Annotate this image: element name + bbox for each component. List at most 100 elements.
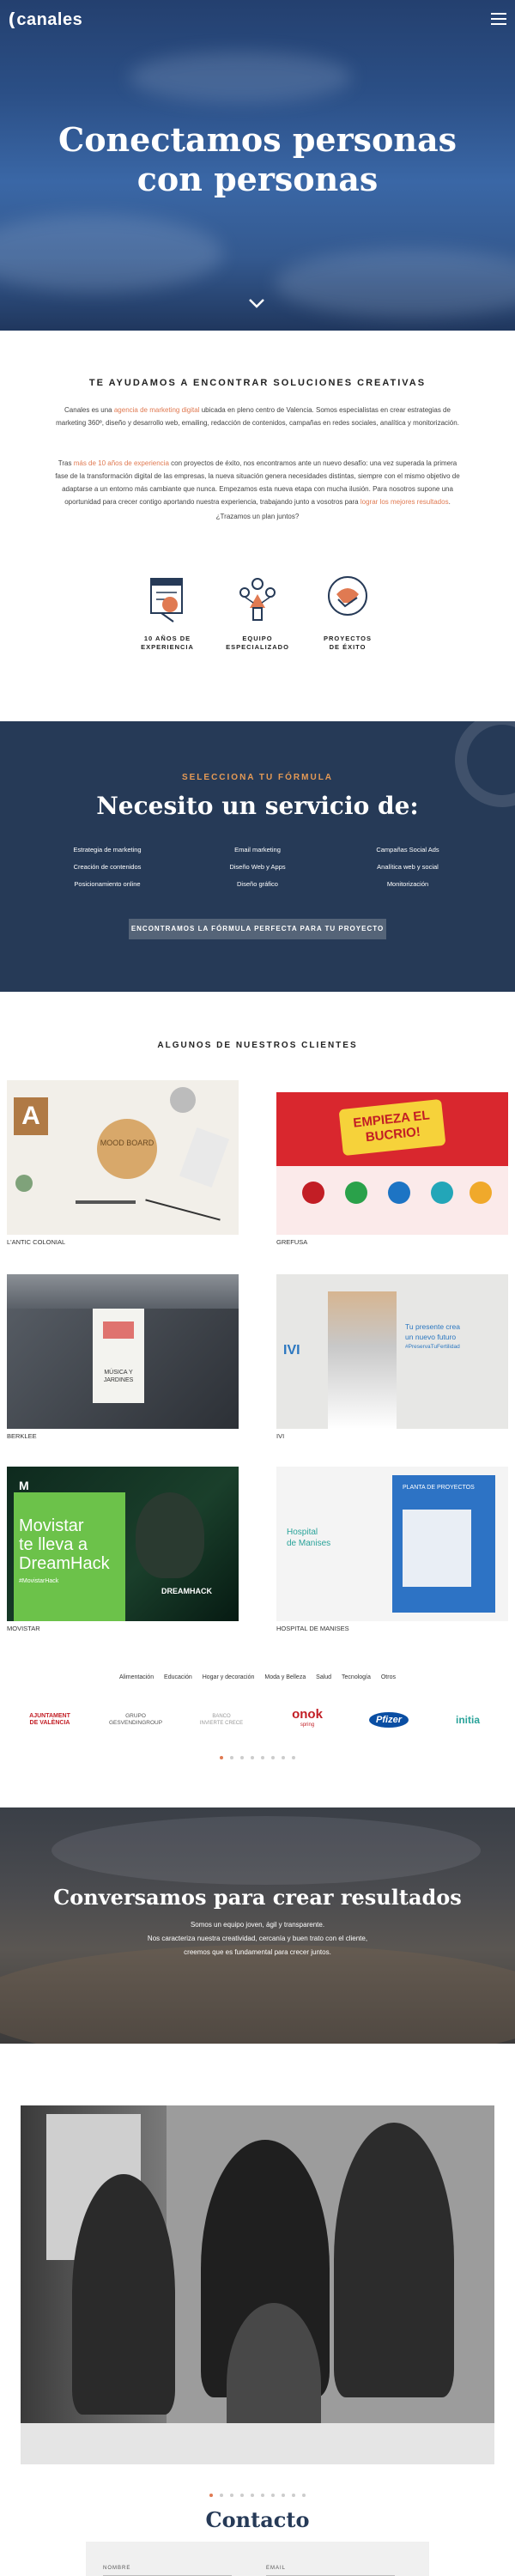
- hero-section: (( canales Conectamos personas con perso…: [0, 0, 515, 331]
- carousel-dot[interactable]: [292, 1756, 295, 1759]
- menu-button[interactable]: [491, 13, 506, 25]
- logo-text: initia: [455, 1714, 480, 1726]
- logo-text: AJUNTAMENT: [29, 1713, 70, 1719]
- carousel-dot[interactable]: [251, 1756, 254, 1759]
- movistar-tag: #MovistarHack: [19, 1578, 59, 1584]
- stat-label-line: 10 AÑOS DE: [143, 635, 191, 642]
- service-section: SELECCIONA TU FÓRMULA Necesito un servic…: [0, 721, 515, 992]
- carousel-dot[interactable]: [282, 1756, 285, 1759]
- carousel-dot[interactable]: [230, 2494, 233, 2497]
- stat-label-line: PROYECTOS: [324, 635, 372, 642]
- carousel-dot[interactable]: [220, 1756, 223, 1759]
- pencil: [76, 1200, 136, 1204]
- filter-alimentacion[interactable]: Alimentación: [119, 1674, 154, 1680]
- service-option[interactable]: Diseño gráfico: [185, 880, 330, 888]
- logo-text: INVIERTE CRECE: [199, 1721, 244, 1726]
- intro-question: ¿Trazamos un plan juntos?: [215, 513, 300, 520]
- filter-salud[interactable]: Salud: [316, 1674, 331, 1680]
- carousel-dot[interactable]: [230, 1756, 233, 1759]
- filter-educacion[interactable]: Educación: [164, 1674, 192, 1680]
- guide-book-cover: PLANTA DE PROYECTOS: [392, 1475, 495, 1613]
- logo-gesvending[interactable]: GRUPO GESVENDINGROUP: [101, 1707, 170, 1733]
- carousel-dot[interactable]: [209, 2494, 213, 2497]
- team-icon: [239, 578, 276, 621]
- ceiling: [7, 1274, 239, 1309]
- logo-initia[interactable]: initia: [436, 1707, 500, 1733]
- chevron-down-icon[interactable]: [247, 294, 266, 313]
- carousel-dot[interactable]: [220, 2494, 223, 2497]
- movistar-m-icon: M: [19, 1479, 29, 1492]
- find-formula-button[interactable]: ENCONTRAMOS LA FÓRMULA PERFECTA PARA TU …: [129, 919, 386, 939]
- contact-title: Contacto: [205, 2507, 310, 2532]
- email-field[interactable]: [266, 2573, 395, 2576]
- client-card-ivi[interactable]: IVI Tu presente crea un nuevo futuro #Pr…: [276, 1274, 508, 1440]
- agency-link[interactable]: agencia de marketing digital: [114, 406, 200, 414]
- slogan-line: Tu presente crea: [405, 1322, 460, 1331]
- carousel-dot[interactable]: [240, 1756, 244, 1759]
- intro-paragraph-1: Canales es una agencia de marketing digi…: [52, 404, 464, 429]
- carousel-dot[interactable]: [292, 2494, 295, 2497]
- stat-label: 10 AÑOS DE EXPERIENCIA: [129, 635, 206, 652]
- contact-form: NOMBRE EMAIL: [86, 2542, 429, 2576]
- hospital-logo-line: de Manises: [287, 1539, 331, 1548]
- carousel-dot[interactable]: [240, 2494, 244, 2497]
- carousel-dot[interactable]: [251, 2494, 254, 2497]
- client-caption: BERKLEE: [7, 1432, 37, 1440]
- service-option[interactable]: Analítica web y social: [335, 863, 481, 871]
- carousel-dot[interactable]: [302, 2494, 306, 2497]
- client-card-berklee[interactable]: MÚSICA Y JARDINES BERKLEE: [7, 1274, 239, 1440]
- carousel-dot[interactable]: [271, 1756, 275, 1759]
- service-option[interactable]: Estrategia de marketing: [34, 846, 180, 854]
- logo[interactable]: (( canales: [9, 10, 82, 30]
- logo-pfizer[interactable]: Pfizer: [359, 1707, 419, 1733]
- service-kicker: SELECCIONA TU FÓRMULA: [181, 773, 334, 782]
- intro-text: Canales es una: [64, 406, 114, 414]
- mountain-texture: [0, 1945, 515, 2044]
- hero-cloud: [0, 215, 223, 292]
- service-option[interactable]: Posicionamiento online: [34, 880, 180, 888]
- service-option[interactable]: Email marketing: [185, 846, 330, 854]
- mountain-texture: [52, 1816, 481, 1885]
- movistar-headline: Movistar te lleva a DreamHack: [19, 1516, 110, 1573]
- hero-cloud: [129, 52, 352, 103]
- email-label: EMAIL: [266, 2566, 287, 2571]
- dreamhack-logo: DREAMHACK: [161, 1587, 212, 1595]
- filter-moda[interactable]: Moda y Belleza: [264, 1674, 306, 1680]
- logo-text: DE VALÈNCIA: [29, 1720, 70, 1726]
- carousel-dot[interactable]: [261, 1756, 264, 1759]
- service-option[interactable]: Monitorización: [335, 880, 481, 888]
- logo-ajuntament[interactable]: AJUNTAMENT DE VALÈNCIA: [15, 1707, 84, 1733]
- logo-text: onok: [292, 1707, 323, 1722]
- logo-text: canales: [16, 10, 83, 29]
- team-photo: [21, 2105, 494, 2464]
- slogan-hashtag: #PreservaTuFertilidad: [405, 1344, 460, 1350]
- paper-sheet: [179, 1127, 230, 1188]
- client-card-hospital-manises[interactable]: Hospital de Manises PLANTA DE PROYECTOS …: [276, 1467, 508, 1632]
- person-silhouette: [72, 2174, 175, 2415]
- headline-line: DreamHack: [19, 1554, 110, 1573]
- client-image: IVI Tu presente crea un nuevo futuro #Pr…: [276, 1274, 508, 1429]
- results-link[interactable]: lograr los mejores resultados: [360, 498, 449, 506]
- service-option[interactable]: Creación de contenidos: [34, 863, 180, 871]
- filter-hogar[interactable]: Hogar y decoración: [203, 1674, 255, 1680]
- client-card-antic-colonial[interactable]: A MOOD BOARD L'ANTIC COLONIAL: [7, 1080, 239, 1246]
- book-title: PLANTA DE PROYECTOS: [403, 1485, 475, 1491]
- experience-link[interactable]: más de 10 años de experiencia: [74, 459, 169, 467]
- poster-art: [103, 1321, 134, 1339]
- name-field[interactable]: [103, 2573, 232, 2576]
- logo-onok[interactable]: onok spring: [273, 1707, 342, 1733]
- carousel-dot[interactable]: [282, 2494, 285, 2497]
- logo-text: Pfizer: [369, 1712, 409, 1728]
- intro-text: Tras: [58, 459, 74, 467]
- filter-tecnologia[interactable]: Tecnología: [342, 1674, 371, 1680]
- service-option[interactable]: Diseño Web y Apps: [185, 863, 330, 871]
- carousel-dot[interactable]: [261, 2494, 264, 2497]
- carousel-dot[interactable]: [271, 2494, 275, 2497]
- client-card-grefusa[interactable]: EMPIEZA EL BUCRIO! GREFUSA: [276, 1080, 508, 1246]
- filter-otros[interactable]: Otros: [381, 1674, 396, 1680]
- logo-bank[interactable]: BANCO INVIERTE CRECE: [187, 1707, 256, 1733]
- plant: [15, 1175, 33, 1192]
- stat-projects: PROYECTOS DE ÉXITO: [309, 574, 386, 652]
- client-card-movistar[interactable]: M Movistar te lleva a DreamHack #Movista…: [7, 1467, 239, 1632]
- service-option[interactable]: Campañas Social Ads: [335, 846, 481, 854]
